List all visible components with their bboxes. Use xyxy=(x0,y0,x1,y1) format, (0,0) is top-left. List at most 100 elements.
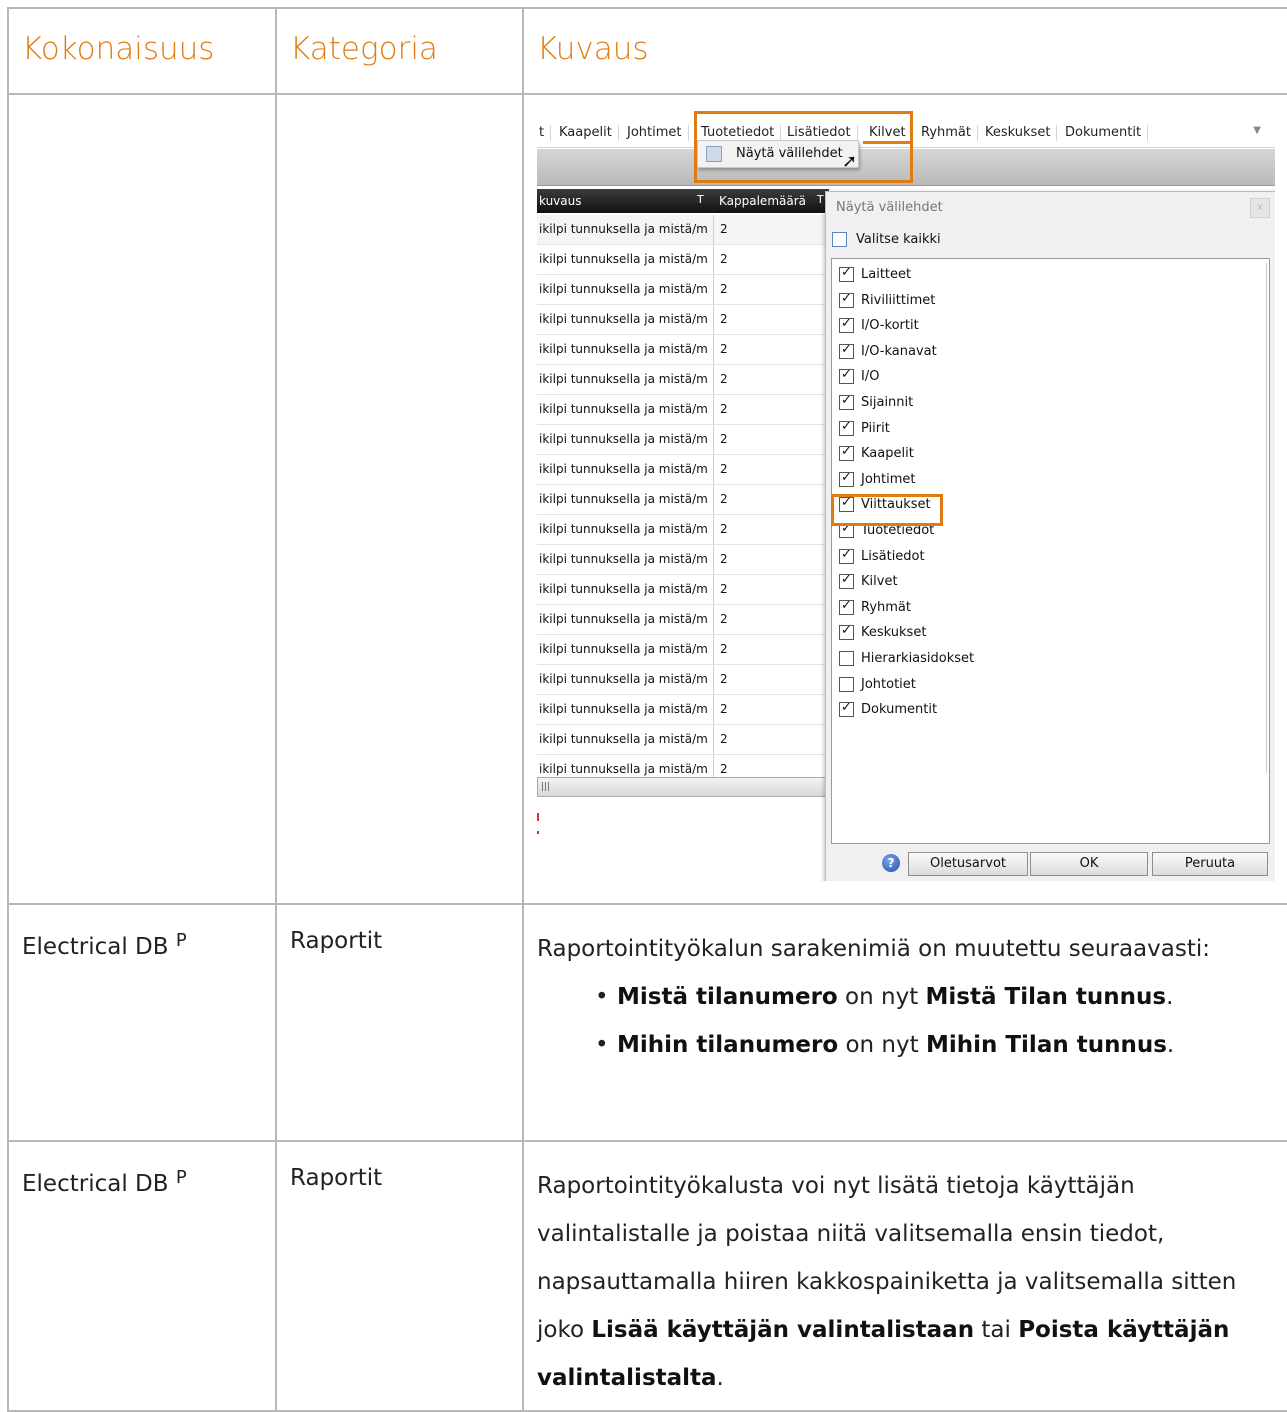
grid-cell-kappalemaara: 2 xyxy=(713,215,728,244)
grid-rows: ikilpi tunnuksella ja mistä/m 2 ikilpi tun… xyxy=(537,215,829,785)
checked-checkbox-icon[interactable] xyxy=(839,342,854,359)
grid-col-kappalemaara[interactable]: Kappalemäärä xyxy=(719,194,806,208)
checkbox-label: I/O xyxy=(861,369,880,385)
grid-row[interactable]: ikilpi tunnuksella ja mistä/m 2 xyxy=(537,485,829,515)
grid-cell-kuvaus: ikilpi tunnuksella ja mistä/m xyxy=(539,342,708,356)
grid-row[interactable]: ikilpi tunnuksella ja mistä/m 2 xyxy=(537,305,829,335)
checked-checkbox-icon[interactable] xyxy=(839,598,854,615)
grid-cell-kuvaus: ikilpi tunnuksella ja mistä/m xyxy=(539,372,708,386)
grid-cell-kuvaus: ikilpi tunnuksella ja mistä/m xyxy=(539,312,708,326)
grid-row[interactable]: ikilpi tunnuksella ja mistä/m 2 xyxy=(537,215,829,245)
filter-icon[interactable]: T xyxy=(697,193,704,206)
grid-row[interactable]: ikilpi tunnuksella ja mistä/m 2 xyxy=(537,245,829,275)
tab-johtimet[interactable]: Johtimet xyxy=(621,125,689,141)
checked-checkbox-icon[interactable] xyxy=(839,316,854,334)
tab-kaapelit[interactable]: Kaapelit xyxy=(553,125,619,141)
close-icon[interactable]: x xyxy=(1250,198,1270,218)
grid-cell-kappalemaara: 2 xyxy=(713,425,728,454)
marker xyxy=(537,813,539,821)
checkbox-label: Johtotiet xyxy=(861,676,916,692)
grid-row[interactable]: ikilpi tunnuksella ja mistä/m 2 xyxy=(537,275,829,305)
grid-cell-kappalemaara: 2 xyxy=(713,275,728,304)
grid-cell-kuvaus: ikilpi tunnuksella ja mistä/m xyxy=(539,492,708,506)
grid-cell-kappalemaara: 2 xyxy=(713,455,728,484)
grid-row[interactable]: ikilpi tunnuksella ja mistä/m 2 xyxy=(537,635,829,665)
checkbox-label: Riviliittimet xyxy=(861,292,936,308)
entity-cell: Electrical DB P xyxy=(9,905,275,963)
grid-row[interactable]: ikilpi tunnuksella ja mistä/m 2 xyxy=(537,725,829,755)
checkbox-label: Ryhmät xyxy=(861,599,911,615)
defaults-button[interactable]: Oletusarvot xyxy=(908,852,1028,876)
dialog-title: Näytä välilehdet xyxy=(836,200,943,215)
rename-list: Mistä tilanumero on nyt Mistä Tilan tunn… xyxy=(537,973,1266,1069)
grid-cell-kappalemaara: 2 xyxy=(713,695,728,724)
grid-row[interactable]: ikilpi tunnuksella ja mistä/m 2 xyxy=(537,425,829,455)
checked-checkbox-icon[interactable] xyxy=(839,572,854,590)
ok-button[interactable]: OK xyxy=(1030,852,1148,876)
checked-checkbox-icon[interactable] xyxy=(839,700,854,718)
grid-col-kuvaus[interactable]: kuvaus xyxy=(539,194,582,208)
grid-row[interactable]: ikilpi tunnuksella ja mistä/m 2 xyxy=(537,605,829,635)
highlight-box-context xyxy=(694,111,913,183)
grid-row[interactable]: ikilpi tunnuksella ja mistä/m 2 xyxy=(537,365,829,395)
grid-row[interactable]: ikilpi tunnuksella ja mistä/m 2 xyxy=(537,515,829,545)
list-scrollbar[interactable] xyxy=(1266,263,1267,773)
tab-dokumentit[interactable]: Dokumentit xyxy=(1059,125,1149,141)
checkbox-label: Kilvet xyxy=(861,574,898,590)
tab-checkbox-list: Laitteet Riviliittimet I/O-kortit I/O-kanav… xyxy=(831,258,1270,844)
select-all-label: Valitse kaikki xyxy=(856,232,941,247)
list-item: Mihin tilanumero on nyt Mihin Tilan tunn… xyxy=(595,1021,1266,1069)
grid-row[interactable]: ikilpi tunnuksella ja mistä/m 2 xyxy=(537,335,829,365)
grid-row[interactable]: ikilpi tunnuksella ja mistä/m 2 xyxy=(537,395,829,425)
grid-cell-kappalemaara: 2 xyxy=(713,725,728,754)
embedded-screenshot: t Kaapelit Johtimet Tuotetiedot Lisätied… xyxy=(537,107,1275,881)
grid-row[interactable]: ikilpi tunnuksella ja mistä/m 2 xyxy=(537,575,829,605)
checked-checkbox-icon[interactable] xyxy=(839,265,854,282)
tab-ryhmat[interactable]: Ryhmät xyxy=(915,125,978,141)
grid-row[interactable]: ikilpi tunnuksella ja mistä/m 2 xyxy=(537,695,829,725)
grid-cell-kappalemaara: 2 xyxy=(713,365,728,394)
unchecked-checkbox-icon[interactable] xyxy=(839,676,854,692)
cancel-button[interactable]: Peruuta xyxy=(1152,852,1268,876)
tab-keskukset[interactable]: Keskukset xyxy=(979,125,1058,141)
checked-checkbox-icon[interactable] xyxy=(839,419,854,436)
checkbox-label: Piirit xyxy=(861,420,890,436)
tab-partial[interactable]: t xyxy=(537,125,552,141)
table-row: Electrical DB P Raportit Raportointityök… xyxy=(7,1140,1287,1412)
grid-cell-kappalemaara: 2 xyxy=(713,545,728,574)
grid-cell-kappalemaara: 2 xyxy=(713,335,728,364)
chevron-down-icon[interactable]: ▼ xyxy=(1253,125,1261,136)
checkbox-label: Dokumentit xyxy=(861,702,938,718)
grid-cell-kuvaus: ikilpi tunnuksella ja mistä/m xyxy=(539,222,708,236)
description-intro: Raportointityökalun sarakenimiä on muute… xyxy=(537,936,1210,962)
checked-checkbox-icon[interactable] xyxy=(839,393,854,410)
grid-cell-kuvaus: ikilpi tunnuksella ja mistä/m xyxy=(539,462,708,476)
checked-checkbox-icon[interactable] xyxy=(839,291,854,308)
grid-cell-kappalemaara: 2 xyxy=(713,665,728,694)
checked-checkbox-icon[interactable] xyxy=(839,367,854,385)
checked-checkbox-icon[interactable] xyxy=(839,470,854,487)
grid-row[interactable]: ikilpi tunnuksella ja mistä/m 2 xyxy=(537,665,829,695)
grid-cell-kappalemaara: 2 xyxy=(713,485,728,514)
grid-cell-kuvaus: ikilpi tunnuksella ja mistä/m xyxy=(539,432,708,446)
checked-checkbox-icon[interactable] xyxy=(839,444,854,462)
description-cell: Raportointityökalusta voi nyt lisätä tie… xyxy=(537,1173,1237,1391)
checkbox-label: Hierarkiasidokset xyxy=(861,651,975,666)
horizontal-scrollbar[interactable]: ||| xyxy=(537,777,827,797)
filter-icon[interactable]: T xyxy=(817,193,824,206)
unchecked-checkbox-icon[interactable] xyxy=(839,651,854,666)
checkbox-label: Kaapelit xyxy=(861,446,914,462)
release-notes-table: Kokonaisuus Kategoria Kuvaus t Kaapelit … xyxy=(7,7,1287,1412)
help-icon[interactable]: ? xyxy=(882,854,900,872)
scroll-grip-icon: ||| xyxy=(541,782,551,792)
grid-row[interactable]: ikilpi tunnuksella ja mistä/m 2 xyxy=(537,545,829,575)
checkbox-label: I/O-kortit xyxy=(861,318,919,334)
grid-row[interactable]: ikilpi tunnuksella ja mistä/m 2 xyxy=(537,455,829,485)
checked-checkbox-icon[interactable] xyxy=(839,547,854,564)
checkbox-icon[interactable] xyxy=(832,232,847,247)
grid-cell-kuvaus: ikilpi tunnuksella ja mistä/m xyxy=(539,402,708,416)
grid-cell-kappalemaara: 2 xyxy=(713,635,728,664)
checkbox-label: Keskukset xyxy=(861,625,927,641)
checked-checkbox-icon[interactable] xyxy=(839,623,854,641)
category-cell: Raportit xyxy=(290,1165,383,1191)
